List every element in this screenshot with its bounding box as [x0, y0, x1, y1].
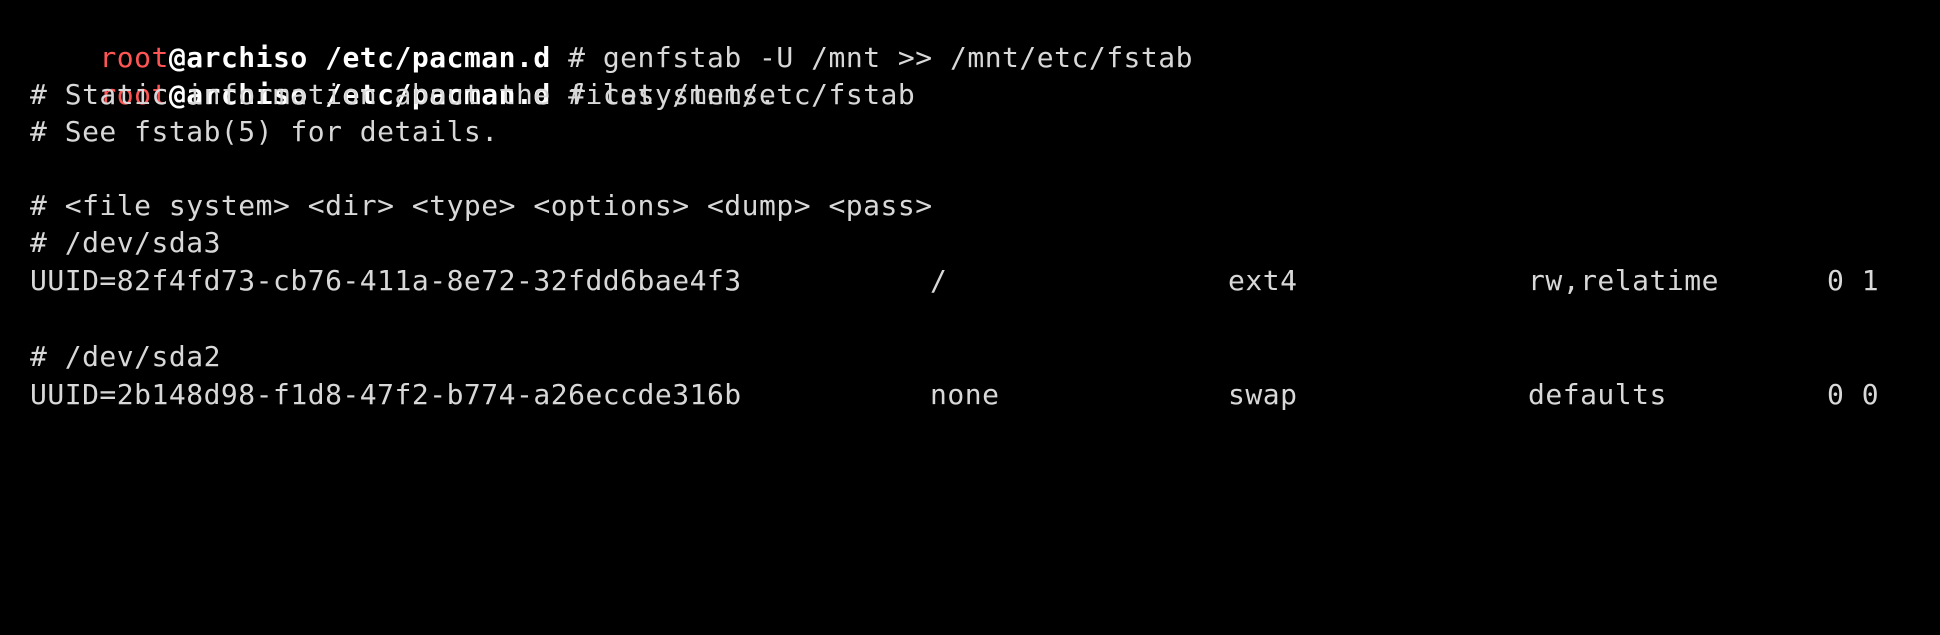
entry-options: defaults — [1528, 378, 1667, 411]
fstab-entry: UUID=82f4fd73-cb76-411a-8e72-32fdd6bae4f… — [30, 262, 1910, 299]
output-comment: # See fstab(5) for details. — [30, 115, 499, 148]
entry-uuid: UUID=2b148d98-f1d8-47f2-b774-a26eccde316… — [30, 378, 742, 411]
fstab-entry: UUID=2b148d98-f1d8-47f2-b774-a26eccde316… — [30, 376, 1910, 413]
entry-type: swap — [1228, 378, 1298, 411]
device-comment: # /dev/sda3 — [30, 226, 221, 259]
entry-type: ext4 — [1228, 264, 1298, 297]
entry-uuid: UUID=82f4fd73-cb76-411a-8e72-32fdd6bae4f… — [30, 264, 742, 297]
entry-dir: / — [930, 264, 948, 297]
entry-dump-pass: 0 0 — [1827, 378, 1880, 411]
output-comment: # Static information about the filesyste… — [30, 78, 777, 111]
entry-dump-pass: 0 1 — [1827, 264, 1880, 297]
entry-options: rw,relatime — [1528, 264, 1719, 297]
fstab-header: # <file system> <dir> <type> <options> <… — [30, 189, 933, 222]
prompt-line: root@archiso /etc/pacman.d # cat /mnt/et… — [30, 39, 915, 111]
prompt-line: root@archiso /etc/pacman.d # genfstab -U… — [30, 2, 1193, 74]
terminal-window[interactable]: root@archiso /etc/pacman.d # genfstab -U… — [0, 0, 1940, 434]
device-comment: # /dev/sda2 — [30, 340, 221, 373]
entry-dir: none — [930, 378, 1000, 411]
